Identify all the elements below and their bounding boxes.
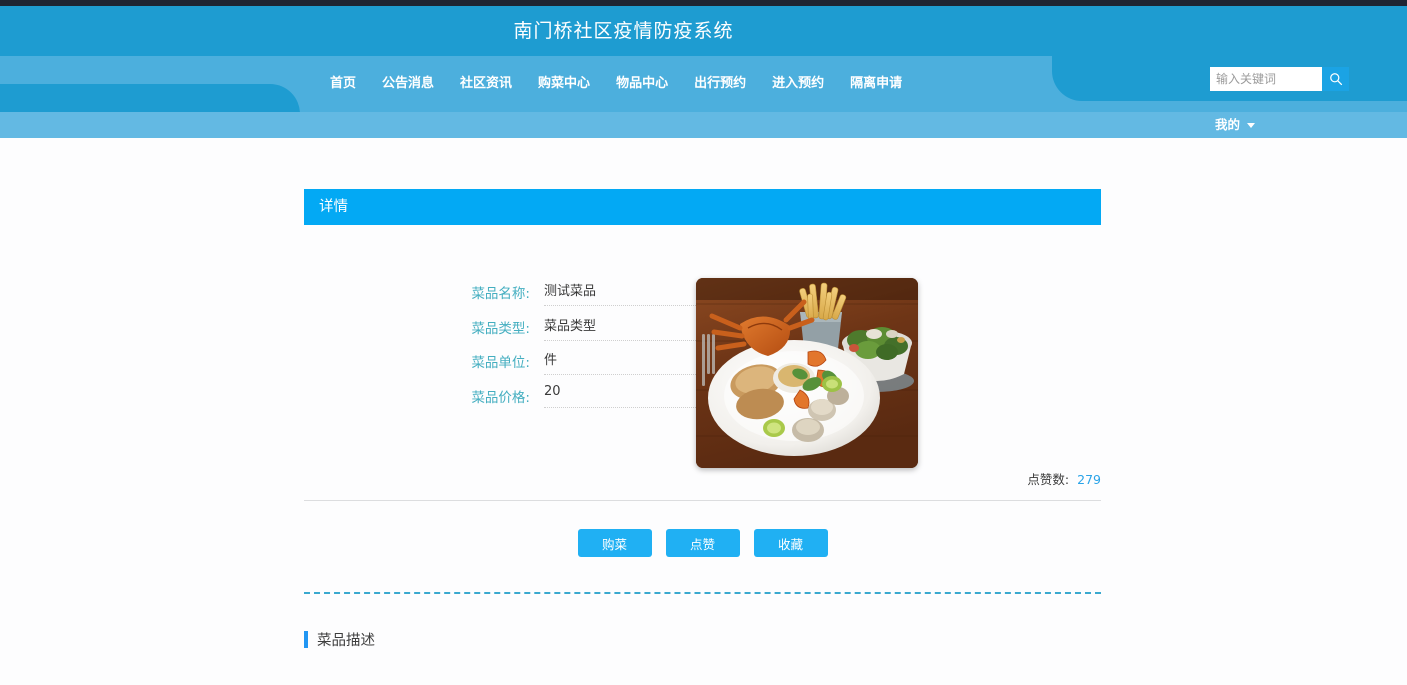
detail-body: 菜品名称: 测试菜品 菜品类型: 菜品类型 菜品单位: 件 菜品价格: 20 bbox=[304, 225, 1101, 468]
content-divider bbox=[304, 500, 1101, 501]
nav-item-home[interactable]: 首页 bbox=[330, 56, 356, 112]
search-box bbox=[1210, 67, 1349, 91]
nav-item-travel-booking[interactable]: 出行预约 bbox=[694, 56, 746, 112]
field-label-dish-price: 菜品价格: bbox=[471, 389, 530, 406]
action-button-row: 购菜 点赞 收藏 bbox=[304, 529, 1101, 557]
favorite-button[interactable]: 收藏 bbox=[753, 529, 828, 557]
description-heading: 菜品描述 bbox=[304, 629, 375, 650]
page-content: 详情 菜品名称: 测试菜品 菜品类型: 菜品类型 菜品单位: 件 菜品价格: 2… bbox=[0, 138, 1407, 685]
heading-accent-bar bbox=[304, 631, 308, 648]
nav-item-goods-center[interactable]: 物品中心 bbox=[616, 56, 668, 112]
nav-item-list: 首页 公告消息 社区资讯 购菜中心 物品中心 出行预约 进入预约 隔离申请 bbox=[330, 56, 902, 112]
field-label-dish-type: 菜品类型: bbox=[471, 320, 530, 337]
dashed-divider bbox=[304, 592, 1101, 594]
likes-counter: 点赞数: 279 bbox=[1027, 469, 1101, 488]
likes-label: 点赞数: bbox=[1027, 472, 1070, 487]
user-bar: 我的 bbox=[0, 112, 1407, 138]
user-menu-label: 我的 bbox=[1214, 117, 1240, 132]
search-icon bbox=[1329, 72, 1343, 86]
nav-item-announcements[interactable]: 公告消息 bbox=[382, 56, 434, 112]
panel-header-title: 详情 bbox=[304, 189, 1101, 225]
nav-item-quarantine-application[interactable]: 隔离申请 bbox=[850, 56, 902, 112]
dish-photo bbox=[696, 278, 918, 468]
like-button[interactable]: 点赞 bbox=[665, 529, 740, 557]
nav-item-community-news[interactable]: 社区资讯 bbox=[460, 56, 512, 112]
field-label-dish-name: 菜品名称: bbox=[471, 286, 530, 302]
nav-left-decoration bbox=[0, 84, 300, 112]
search-button[interactable] bbox=[1322, 67, 1349, 91]
likes-count: 279 bbox=[1077, 472, 1101, 487]
description-heading-label: 菜品描述 bbox=[317, 633, 375, 649]
site-header: 南门桥社区疫情防疫系统 bbox=[0, 6, 1407, 56]
detail-panel: 详情 菜品名称: 测试菜品 菜品类型: 菜品类型 菜品单位: 件 菜品价格: 2… bbox=[304, 189, 1101, 649]
main-navigation-bar: 首页 公告消息 社区资讯 购菜中心 物品中心 出行预约 进入预约 隔离申请 bbox=[0, 56, 1407, 112]
chevron-down-icon bbox=[1247, 122, 1255, 128]
field-label-dish-unit: 菜品单位: bbox=[471, 355, 530, 371]
seafood-platter-illustration bbox=[696, 278, 918, 468]
buy-button[interactable]: 购菜 bbox=[577, 529, 652, 557]
nav-item-grocery-center[interactable]: 购菜中心 bbox=[538, 56, 590, 112]
search-input[interactable] bbox=[1210, 67, 1322, 91]
site-title: 南门桥社区疫情防疫系统 bbox=[513, 20, 734, 42]
nav-item-entry-booking[interactable]: 进入预约 bbox=[772, 56, 824, 112]
user-menu-mine[interactable]: 我的 bbox=[1215, 112, 1255, 138]
